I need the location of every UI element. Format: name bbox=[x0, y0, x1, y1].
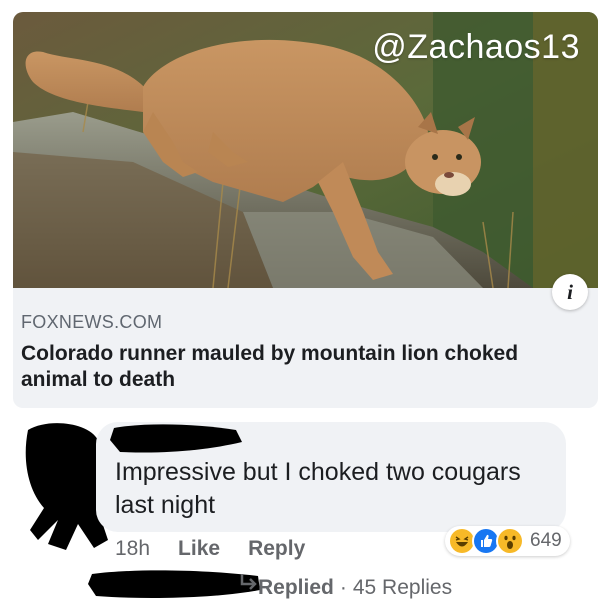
watermark-text: @Zachaos13 bbox=[372, 28, 580, 66]
like-button[interactable]: Like bbox=[178, 537, 220, 561]
mountain-lion-photo[interactable]: @Zachaos13 bbox=[13, 12, 598, 288]
replies-separator: · bbox=[339, 576, 347, 599]
comment-text: Impressive but I choked two cougars last… bbox=[115, 458, 521, 519]
comment-actions: 18h Like Reply bbox=[115, 537, 305, 561]
replies-summary[interactable]: Replied · 45 Replies bbox=[88, 568, 488, 600]
reply-arrow-icon bbox=[240, 574, 257, 590]
replied-label: Replied bbox=[258, 576, 334, 599]
wow-reaction-icon bbox=[496, 527, 524, 555]
author-name-redacted bbox=[110, 424, 242, 453]
comment-timestamp[interactable]: 18h bbox=[115, 537, 150, 561]
replies-count: 45 Replies bbox=[352, 576, 453, 599]
info-icon[interactable]: i bbox=[552, 274, 588, 310]
reaction-summary[interactable]: 649 bbox=[445, 526, 570, 556]
reaction-count: 649 bbox=[530, 530, 562, 551]
link-headline[interactable]: Colorado runner mauled by mountain lion … bbox=[21, 341, 581, 393]
reply-button[interactable]: Reply bbox=[248, 537, 305, 561]
link-meta[interactable]: FOXNEWS.COM Colorado runner mauled by mo… bbox=[21, 312, 581, 393]
link-preview-card[interactable]: @Zachaos13 i FOXNEWS.COM Colorado runner… bbox=[13, 12, 598, 408]
reply-author-redacted bbox=[88, 570, 260, 598]
replies-link[interactable]: Replied · 45 Replies bbox=[258, 576, 452, 600]
link-source: FOXNEWS.COM bbox=[21, 312, 163, 332]
